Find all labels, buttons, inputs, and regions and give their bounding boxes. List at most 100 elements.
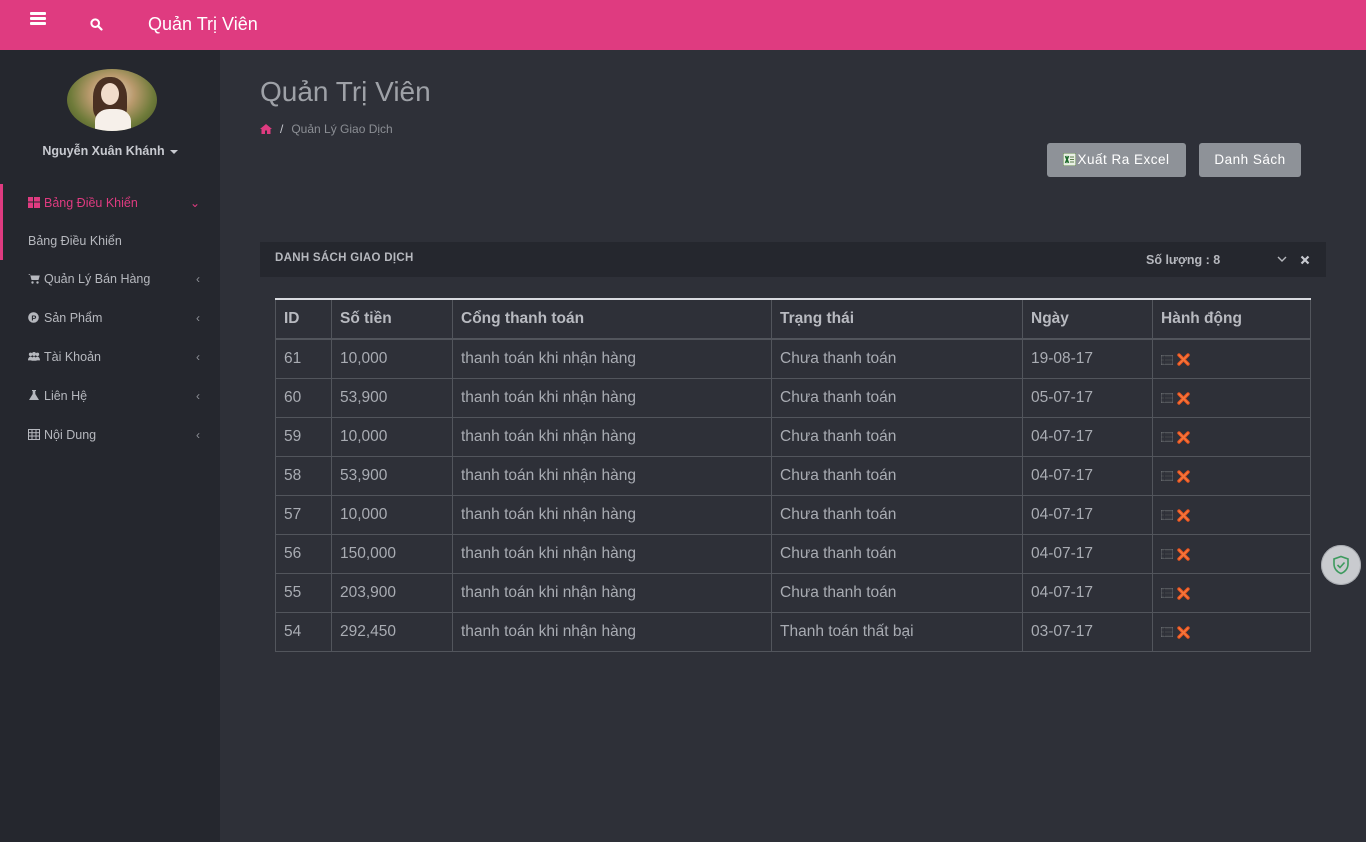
dashboard-icon <box>28 197 40 208</box>
column-header-date[interactable]: Ngày <box>1022 298 1153 340</box>
cell-id: 55 <box>275 572 332 613</box>
user-menu[interactable]: Nguyễn Xuân Khánh <box>0 144 220 158</box>
cell-gateway: thanh toán khi nhận hàng <box>452 455 772 496</box>
cell-date: 04-07-17 <box>1022 533 1153 574</box>
sidebar-item-contact[interactable]: Liên Hệ ‹ <box>0 377 220 416</box>
svg-text:P: P <box>31 313 36 322</box>
cell-amount: 53,900 <box>331 377 453 418</box>
cell-actions <box>1152 572 1311 613</box>
menu-toggle-icon[interactable] <box>30 12 46 26</box>
sidebar-item-sales[interactable]: Quản Lý Bán Hàng ‹ <box>0 260 220 299</box>
list-button[interactable]: Danh Sách <box>1199 143 1301 177</box>
sidebar-item-accounts[interactable]: Tài Khoản ‹ <box>0 338 220 377</box>
sidebar-item-label: Bảng Điều Khiển <box>44 196 138 210</box>
transactions-table: ID Số tiền Cổng thanh toán Trạng thái Ng… <box>275 298 1311 652</box>
security-shield-button[interactable] <box>1321 545 1361 585</box>
column-header-id[interactable]: ID <box>275 298 332 340</box>
cell-amount: 10,000 <box>331 416 453 457</box>
cell-amount: 53,900 <box>331 455 453 496</box>
export-excel-label: Xuất Ra Excel <box>1077 152 1170 167</box>
delete-icon[interactable] <box>1177 509 1190 522</box>
cell-status: Chưa thanh toán <box>771 338 1023 379</box>
chevron-down-icon: ⌄ <box>189 196 200 210</box>
flask-icon <box>29 390 39 400</box>
detail-list-icon[interactable] <box>1161 549 1173 560</box>
cell-date: 04-07-17 <box>1022 572 1153 613</box>
delete-icon[interactable] <box>1177 470 1190 483</box>
detail-list-icon[interactable] <box>1161 471 1173 482</box>
cell-status: Chưa thanh toán <box>771 533 1023 574</box>
column-header-gateway[interactable]: Cổng thanh toán <box>452 298 772 340</box>
panel-title: DANH SÁCH GIAO DỊCH <box>275 252 414 264</box>
sidebar-item-content[interactable]: Nội Dung ‹ <box>0 416 220 455</box>
user-name: Nguyễn Xuân Khánh <box>42 144 165 158</box>
cell-amount: 10,000 <box>331 338 453 379</box>
cell-status: Chưa thanh toán <box>771 416 1023 457</box>
column-header-amount[interactable]: Số tiền <box>331 298 453 340</box>
delete-icon[interactable] <box>1177 353 1190 366</box>
cell-id: 57 <box>275 494 332 535</box>
detail-list-icon[interactable] <box>1161 627 1173 638</box>
cell-gateway: thanh toán khi nhận hàng <box>452 533 772 574</box>
excel-icon <box>1063 153 1077 166</box>
delete-icon[interactable] <box>1177 548 1190 561</box>
transactions-panel-header: DANH SÁCH GIAO DỊCH Số lượng : 8 <box>260 242 1326 277</box>
table-body: 61 10,000 thanh toán khi nhận hàng Chưa tha… <box>275 338 1311 652</box>
sidebar-item-products[interactable]: P Sản Phẩm ‹ <box>0 299 220 338</box>
detail-list-icon[interactable] <box>1161 588 1173 599</box>
table-row: 58 53,900 thanh toán khi nhận hàng Chưa tha… <box>275 455 1311 496</box>
export-excel-button[interactable]: Xuất Ra Excel <box>1047 143 1186 177</box>
cell-status: Thanh toán thất bại <box>771 611 1023 652</box>
chevron-down-icon[interactable] <box>1277 254 1287 264</box>
column-header-status[interactable]: Trạng thái <box>771 298 1023 340</box>
sidebar-item-label: Sản Phẩm <box>44 311 103 325</box>
cell-amount: 292,450 <box>331 611 453 652</box>
delete-icon[interactable] <box>1177 626 1190 639</box>
cell-gateway: thanh toán khi nhận hàng <box>452 377 772 418</box>
cell-actions <box>1152 611 1311 652</box>
delete-icon[interactable] <box>1177 392 1190 405</box>
table-row: 55 203,900 thanh toán khi nhận hàng Chưa th… <box>275 572 1311 613</box>
cell-gateway: thanh toán khi nhận hàng <box>452 611 772 652</box>
cell-id: 58 <box>275 455 332 496</box>
sidebar-menu: Bảng Điều Khiển ⌄ Bảng Điều Khiển Quản L… <box>0 184 220 455</box>
detail-list-icon[interactable] <box>1161 354 1173 365</box>
sidebar-item-dashboard[interactable]: Bảng Điều Khiển ⌄ <box>0 184 220 222</box>
table-row: 57 10,000 thanh toán khi nhận hàng Chưa tha… <box>275 494 1311 535</box>
breadcrumb: / Quản Lý Giao Dịch <box>260 122 393 136</box>
cell-amount: 10,000 <box>331 494 453 535</box>
avatar <box>67 69 157 131</box>
cell-actions <box>1152 416 1311 457</box>
page-title: Quản Trị Viên <box>260 76 431 107</box>
top-navbar: Quản Trị Viên <box>0 0 1366 50</box>
delete-icon[interactable] <box>1177 587 1190 600</box>
detail-list-icon[interactable] <box>1161 393 1173 404</box>
cell-date: 04-07-17 <box>1022 455 1153 496</box>
table-row: 61 10,000 thanh toán khi nhận hàng Chưa tha… <box>275 338 1311 379</box>
sidebar: Nguyễn Xuân Khánh Bảng Điều Khiển ⌄ Bảng… <box>0 50 220 842</box>
sidebar-subitem-dashboard[interactable]: Bảng Điều Khiển <box>0 222 220 260</box>
detail-list-icon[interactable] <box>1161 510 1173 521</box>
cell-gateway: thanh toán khi nhận hàng <box>452 416 772 457</box>
cell-actions <box>1152 455 1311 496</box>
cell-status: Chưa thanh toán <box>771 494 1023 535</box>
cell-status: Chưa thanh toán <box>771 572 1023 613</box>
detail-list-icon[interactable] <box>1161 432 1173 443</box>
delete-icon[interactable] <box>1177 431 1190 444</box>
shield-icon <box>1333 555 1349 575</box>
cell-id: 61 <box>275 338 332 379</box>
breadcrumb-current[interactable]: Quản Lý Giao Dịch <box>291 122 392 136</box>
caret-down-icon <box>169 149 178 154</box>
cart-icon <box>28 274 40 284</box>
cell-gateway: thanh toán khi nhận hàng <box>452 494 772 535</box>
table-row: 59 10,000 thanh toán khi nhận hàng Chưa tha… <box>275 416 1311 457</box>
app-title: Quản Trị Viên <box>148 14 258 34</box>
search-icon[interactable] <box>90 18 104 32</box>
cell-actions <box>1152 494 1311 535</box>
close-icon[interactable] <box>1300 255 1310 265</box>
chevron-left-icon: ‹ <box>196 389 200 403</box>
cell-date: 05-07-17 <box>1022 377 1153 418</box>
home-icon[interactable] <box>260 124 272 134</box>
cell-date: 03-07-17 <box>1022 611 1153 652</box>
chevron-left-icon: ‹ <box>196 350 200 364</box>
